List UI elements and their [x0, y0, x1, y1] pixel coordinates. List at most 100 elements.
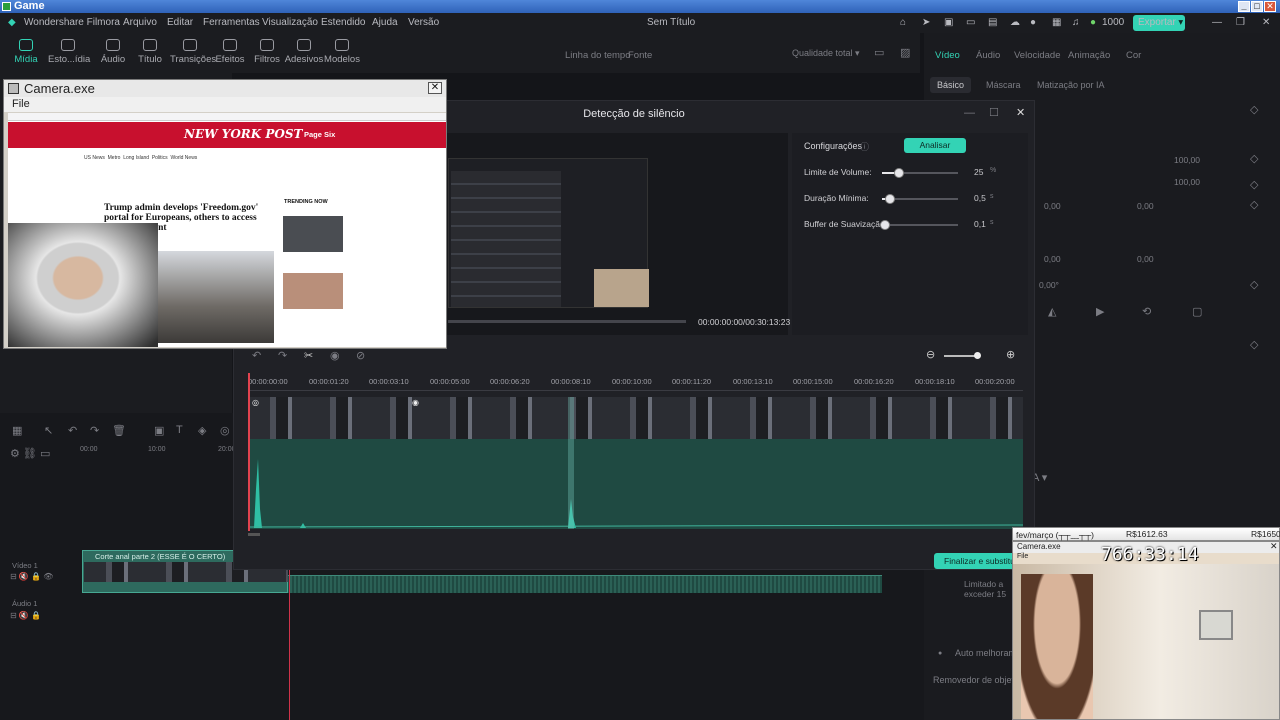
tab-modelos[interactable]: Modelos [322, 39, 362, 65]
track-video-controls[interactable]: ⊟ 🔇 🔒 👁 [10, 572, 53, 581]
app-close-icon[interactable]: ✕ [1262, 17, 1270, 28]
redo-icon[interactable]: ↷ [90, 424, 99, 437]
auto-toggle[interactable]: ● [938, 650, 942, 657]
scale-y-value[interactable]: 100,00 [1174, 177, 1200, 187]
more-tool-icon[interactable]: ◎ [220, 424, 230, 437]
undo-icon[interactable]: ↶ [68, 424, 77, 437]
dialog-playhead[interactable] [248, 373, 250, 531]
export-button[interactable]: Exportar ▾ [1133, 15, 1185, 31]
keyframe-diamond-icon[interactable]: ◇ [1250, 152, 1258, 165]
track-audio-controls[interactable]: ⊟ 🔇 🔒 [10, 611, 41, 620]
scale-x-value[interactable]: 100,00 [1174, 155, 1200, 165]
save-icon[interactable]: ▤ [988, 17, 997, 28]
monitor-icon[interactable]: ▨ [900, 46, 910, 59]
camera-menu-file[interactable]: File [4, 97, 446, 112]
tab-filtros[interactable]: Filtros [247, 39, 287, 65]
menu-arquivo[interactable]: Arquivo [123, 17, 157, 28]
tab-titulo[interactable]: Título [130, 39, 170, 65]
tab-linha-do-tempo[interactable]: Linha do tempo [565, 50, 631, 61]
anchor-y-value[interactable]: 0,00 [1137, 254, 1154, 264]
menu-visualizacao[interactable]: Visualização [262, 17, 318, 28]
track-eye-icon[interactable]: ◉ [412, 398, 419, 407]
menu-ajuda[interactable]: Ajuda [372, 17, 398, 28]
dialog-maximize-icon[interactable]: ☐ [989, 106, 999, 119]
layout-icon[interactable]: ▦ [12, 424, 22, 437]
image-icon[interactable]: ▣ [944, 17, 953, 28]
audio-waveform-clip[interactable] [288, 575, 882, 593]
tab-midia[interactable]: Mídia [6, 39, 46, 65]
keyframe-diamond-icon[interactable]: ◇ [1250, 178, 1258, 191]
menu-estendido[interactable]: Estendido [321, 17, 365, 28]
keyframe-diamond-icon[interactable]: ◇ [1250, 198, 1258, 211]
tab-efeitos[interactable]: Efeitos [210, 39, 250, 65]
quality-dropdown[interactable]: Qualidade total ▾ [792, 48, 860, 59]
menu-editar[interactable]: Editar [167, 17, 193, 28]
subtab-mascara[interactable]: Máscara [986, 80, 1021, 90]
send-icon[interactable]: ➤ [922, 17, 930, 28]
camera2-menu-file[interactable]: File [1017, 553, 1028, 560]
menu-ferramentas[interactable]: Ferramentas [203, 17, 260, 28]
anchor-x-value[interactable]: 0,00 [1044, 254, 1061, 264]
menu-versao[interactable]: Versão [408, 17, 439, 28]
dialog-video-track[interactable] [248, 397, 1023, 439]
scale-slider[interactable] [1050, 158, 1053, 161]
keyframe-diamond-icon[interactable]: ◇ [1250, 338, 1258, 351]
dialog-hide-icon[interactable]: ⊘ [356, 349, 365, 362]
dialog-redo-icon[interactable]: ↷ [278, 349, 287, 362]
tab-estoque[interactable]: Esto...ídia [48, 39, 90, 65]
playhead[interactable] [289, 553, 290, 720]
keyframe-diamond-icon[interactable]: ◇ [1250, 278, 1258, 291]
zoom-knob[interactable] [974, 352, 981, 359]
dialog-close-icon[interactable]: ✕ [1016, 106, 1025, 119]
layout-icon[interactable]: ▭ [966, 17, 975, 28]
gift-icon[interactable]: ⌂ [900, 17, 906, 28]
app-restore-icon[interactable]: ❐ [1236, 17, 1245, 28]
tab-animacao[interactable]: Animação [1068, 50, 1110, 61]
rotation-value[interactable]: 0,00° [1039, 280, 1059, 290]
buffer-slider[interactable] [882, 224, 958, 226]
support-icon[interactable]: ● [1030, 17, 1036, 28]
tab-audio[interactable]: Áudio [93, 39, 133, 65]
ai-tool-icon[interactable]: ◈ [198, 424, 206, 437]
dialog-minimize-icon[interactable]: — [964, 107, 975, 119]
tab-audio-props[interactable]: Áudio [976, 50, 1000, 61]
param-value[interactable]: 0,5 [974, 193, 986, 203]
text-tool-icon[interactable]: T [176, 424, 183, 436]
tab-transicoes[interactable]: Transições [170, 39, 216, 65]
duration-slider-knob[interactable] [885, 194, 895, 204]
track-settings-icon[interactable]: ⚙ ⛓ ▭ [10, 447, 50, 460]
dialog-split-icon[interactable]: ✂ [304, 349, 313, 362]
volume-slider-knob[interactable] [894, 168, 904, 178]
maximize-button[interactable]: □ [1251, 1, 1263, 12]
snapshot-icon[interactable]: ▭ [874, 46, 884, 59]
rotate-icon[interactable]: ⟲ [1142, 305, 1151, 318]
cloud-icon[interactable]: ☁ [1010, 17, 1020, 28]
dialog-eye-icon[interactable]: ◉ [330, 349, 340, 362]
flip-icon[interactable]: ◭ [1048, 305, 1056, 318]
preview-progress[interactable] [448, 320, 686, 323]
delete-icon[interactable]: 🗑 [112, 424, 126, 437]
crop-tool-icon[interactable]: ▣ [154, 424, 164, 437]
zoom-in-icon[interactable]: ⊕ [1006, 348, 1015, 361]
camera2-close-icon[interactable]: ✕ [1270, 542, 1278, 552]
dialog-undo-icon[interactable]: ↶ [252, 349, 261, 362]
tab-velocidade[interactable]: Velocidade [1014, 50, 1060, 61]
zoom-out-icon[interactable]: ⊖ [926, 348, 935, 361]
analyze-button[interactable]: Analisar [904, 138, 966, 153]
tab-adesivos[interactable]: Adesivos [284, 39, 324, 65]
tab-video[interactable]: Vídeo [935, 50, 960, 61]
grid-icon[interactable]: ▦ [1052, 17, 1061, 28]
position-y-value[interactable]: 0,00 [1137, 201, 1154, 211]
select-icon[interactable]: ↖ [44, 424, 53, 437]
app-minimize-icon[interactable]: — [1212, 17, 1222, 28]
param-value[interactable]: 25 [974, 167, 983, 177]
buffer-slider-knob[interactable] [880, 220, 890, 230]
crop-icon[interactable]: ▢ [1192, 305, 1202, 318]
camera-close-button[interactable]: ✕ [428, 82, 442, 94]
param-value[interactable]: 0,1 [974, 219, 986, 229]
tab-cor[interactable]: Cor [1126, 50, 1141, 61]
position-x-value[interactable]: 0,00 [1044, 201, 1061, 211]
track-hide-icon[interactable]: ◎ [252, 398, 259, 407]
zoom-slider[interactable] [944, 355, 978, 357]
help-icon[interactable]: ⓘ [860, 140, 869, 153]
